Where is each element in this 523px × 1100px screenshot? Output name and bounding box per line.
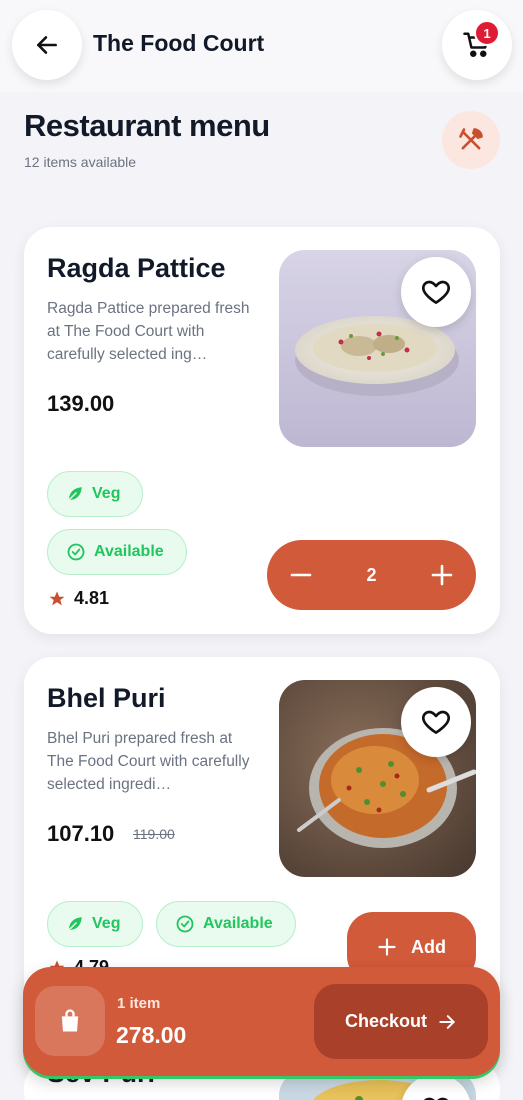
favorite-button[interactable]	[401, 257, 471, 327]
item-description: Bhel Puri prepared fresh at The Food Cou…	[47, 730, 250, 793]
cart-button[interactable]	[442, 10, 512, 80]
app-bar: The Food Court 1	[0, 0, 523, 92]
arrow-left-icon	[37, 36, 57, 54]
leaf-icon	[68, 487, 82, 501]
arrow-right-icon	[439, 1014, 455, 1029]
cart-summary-bar: 1 item 278.00 Checkout	[23, 967, 500, 1076]
minus-icon[interactable]	[289, 563, 313, 587]
item-description: Ragda Pattice prepared fresh at The Food…	[47, 300, 250, 363]
cart-item-count: 1 item	[117, 995, 161, 1012]
heart-icon	[423, 1097, 449, 1100]
quantity-value: 2	[366, 564, 377, 585]
cart-total: 278.00	[116, 1022, 187, 1048]
page-title: Restaurant menu	[24, 108, 270, 143]
check-circle-icon	[67, 543, 85, 561]
original-price: 119.00	[133, 826, 175, 842]
add-label: Add	[411, 936, 446, 957]
availability-chip: Available	[156, 901, 296, 947]
veg-label: Veg	[92, 915, 121, 932]
veg-label: Veg	[92, 485, 121, 502]
rating: 4.81	[48, 588, 109, 609]
checkout-button[interactable]: Checkout	[314, 984, 488, 1059]
back-button[interactable]	[12, 10, 82, 80]
cart-count-badge: 1	[474, 20, 500, 46]
leaf-icon	[68, 917, 82, 931]
fork-knife-icon	[459, 128, 483, 150]
menu-item-card[interactable]: Ragda Pattice Ragda Pattice prepared fre…	[24, 227, 500, 634]
item-price: 107.10	[47, 821, 115, 846]
bag-badge	[35, 986, 105, 1056]
availability-chip: Available	[47, 529, 187, 575]
veg-chip: Veg	[47, 471, 143, 517]
checkout-label: Checkout	[344, 1011, 427, 1031]
shopping-bag-icon	[61, 1009, 79, 1032]
check-circle-icon	[176, 915, 194, 933]
item-name: Bhel Puri	[47, 683, 166, 713]
items-count-label: 12 items available	[24, 154, 137, 170]
item-price: 139.00	[47, 391, 115, 416]
heart-icon	[422, 280, 450, 304]
veg-chip: Veg	[47, 901, 143, 947]
cutlery-badge	[442, 111, 500, 169]
heart-icon	[422, 710, 450, 734]
app-title: The Food Court	[93, 30, 265, 56]
availability-label: Available	[94, 543, 164, 560]
availability-label: Available	[203, 915, 273, 932]
favorite-button[interactable]	[401, 687, 471, 757]
plus-icon[interactable]	[430, 563, 454, 587]
plus-icon	[378, 938, 396, 956]
star-icon	[49, 591, 65, 605]
item-name: Ragda Pattice	[47, 253, 226, 283]
rating-value: 4.81	[74, 588, 110, 608]
quantity-stepper: 2	[267, 540, 476, 610]
